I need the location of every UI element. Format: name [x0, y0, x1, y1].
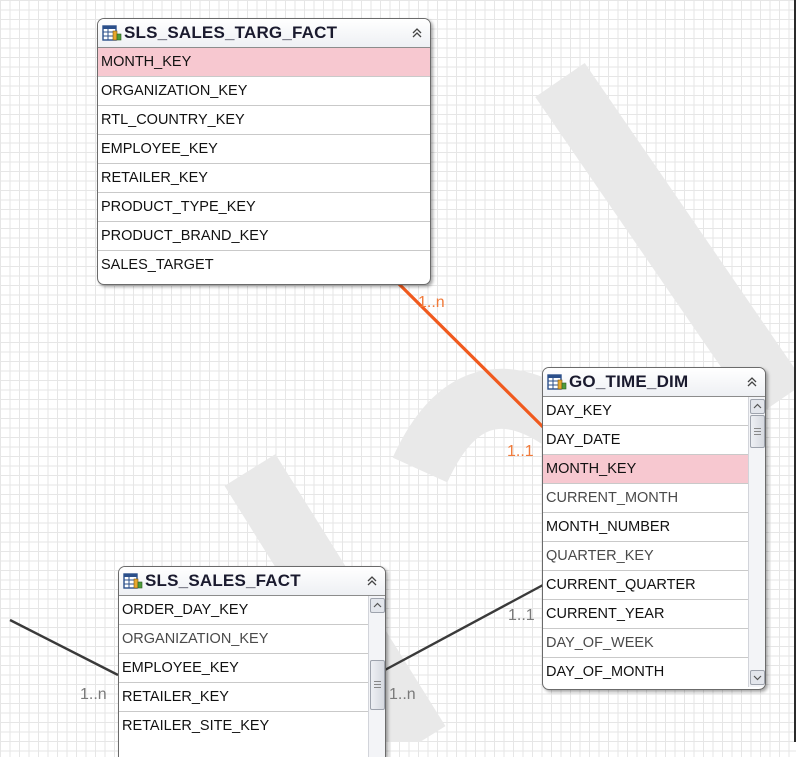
collapse-chevron-icon[interactable] — [745, 375, 759, 389]
column-row-current-year[interactable]: CURRENT_YEAR — [543, 600, 748, 629]
cardinality-label-time-one-2: 1..1 — [508, 607, 535, 624]
vertical-scrollbar[interactable] — [748, 397, 765, 687]
entity-title: GO_TIME_DIM — [569, 372, 689, 391]
column-row-current-quarter[interactable]: CURRENT_QUARTER — [543, 571, 748, 600]
scroll-up-arrow-icon[interactable] — [370, 598, 385, 613]
column-row-product-type-key[interactable]: PRODUCT_TYPE_KEY — [98, 193, 430, 222]
column-row-product-brand-key[interactable]: PRODUCT_BRAND_KEY — [98, 222, 430, 251]
column-row-day-of-month[interactable]: DAY_OF_MONTH — [543, 658, 748, 687]
entity-header[interactable]: SLS_SALES_TARG_FACT — [98, 19, 430, 48]
column-row-quarter-key[interactable]: QUARTER_KEY — [543, 542, 748, 571]
relationship-line-offscreen-sales[interactable] — [9, 618, 119, 677]
column-list: MONTH_KEY ORGANIZATION_KEY RTL_COUNTRY_K… — [98, 48, 430, 280]
diagram-canvas[interactable]: SLS_SALES_TARG_FACT MONTH_KEY ORGANIZATI… — [0, 0, 796, 757]
column-row-employee-key[interactable]: EMPLOYEE_KEY — [98, 135, 430, 164]
column-row-current-month[interactable]: CURRENT_MONTH — [543, 484, 748, 513]
column-row-day-key[interactable]: DAY_KEY — [543, 397, 748, 426]
collapse-chevron-icon[interactable] — [365, 574, 379, 588]
cardinality-label-sales-many: 1..n — [389, 686, 416, 703]
table-icon — [547, 374, 567, 390]
entity-sls-sales-targ-fact[interactable]: SLS_SALES_TARG_FACT MONTH_KEY ORGANIZATI… — [97, 18, 431, 285]
entity-header[interactable]: GO_TIME_DIM — [543, 368, 765, 397]
column-row-rtl-country-key[interactable]: RTL_COUNTRY_KEY — [98, 106, 430, 135]
cardinality-label-offscreen-many: 1..n — [80, 686, 107, 703]
collapse-chevron-icon[interactable] — [410, 26, 424, 40]
scroll-thumb[interactable] — [370, 660, 385, 710]
relationship-line-sales-time[interactable] — [382, 583, 544, 673]
column-row-retailer-key[interactable]: RETAILER_KEY — [119, 683, 368, 712]
entity-sls-sales-fact[interactable]: SLS_SALES_FACT ORDER_DAY_KEY ORGANIZATIO… — [118, 566, 386, 757]
entity-title: SLS_SALES_TARG_FACT — [124, 23, 338, 42]
column-row-retailer-key[interactable]: RETAILER_KEY — [98, 164, 430, 193]
vertical-scrollbar[interactable] — [368, 596, 385, 757]
table-icon — [123, 573, 143, 589]
column-row-day-date[interactable]: DAY_DATE — [543, 426, 748, 455]
entity-title: SLS_SALES_FACT — [145, 571, 301, 590]
entity-header[interactable]: SLS_SALES_FACT — [119, 567, 385, 596]
column-row-organization-key[interactable]: ORGANIZATION_KEY — [98, 77, 430, 106]
column-row-order-day-key[interactable]: ORDER_DAY_KEY — [119, 596, 368, 625]
column-row-sales-target[interactable]: SALES_TARGET — [98, 251, 430, 280]
cardinality-label-time-one: 1..1 — [507, 443, 534, 460]
column-row-day-of-week[interactable]: DAY_OF_WEEK — [543, 629, 748, 658]
column-row-month-key[interactable]: MONTH_KEY — [543, 455, 748, 484]
table-icon — [102, 25, 122, 41]
column-row-month-key[interactable]: MONTH_KEY — [98, 48, 430, 77]
column-row-month-number[interactable]: MONTH_NUMBER — [543, 513, 748, 542]
scroll-up-arrow-icon[interactable] — [750, 399, 765, 414]
column-row-organization-key[interactable]: ORGANIZATION_KEY — [119, 625, 368, 654]
column-list: ORDER_DAY_KEY ORGANIZATION_KEY EMPLOYEE_… — [119, 596, 385, 757]
scroll-down-arrow-icon[interactable] — [750, 670, 765, 685]
scroll-thumb[interactable] — [750, 415, 765, 448]
column-list: DAY_KEY DAY_DATE MONTH_KEY CURRENT_MONTH… — [543, 397, 765, 687]
column-row-employee-key[interactable]: EMPLOYEE_KEY — [119, 654, 368, 683]
column-row-retailer-site-key[interactable]: RETAILER_SITE_KEY — [119, 712, 368, 741]
entity-go-time-dim[interactable]: GO_TIME_DIM DAY_KEY DAY_DATE MONTH_KEY C… — [542, 367, 766, 690]
cardinality-label-targ-many: 1..n — [418, 294, 445, 311]
